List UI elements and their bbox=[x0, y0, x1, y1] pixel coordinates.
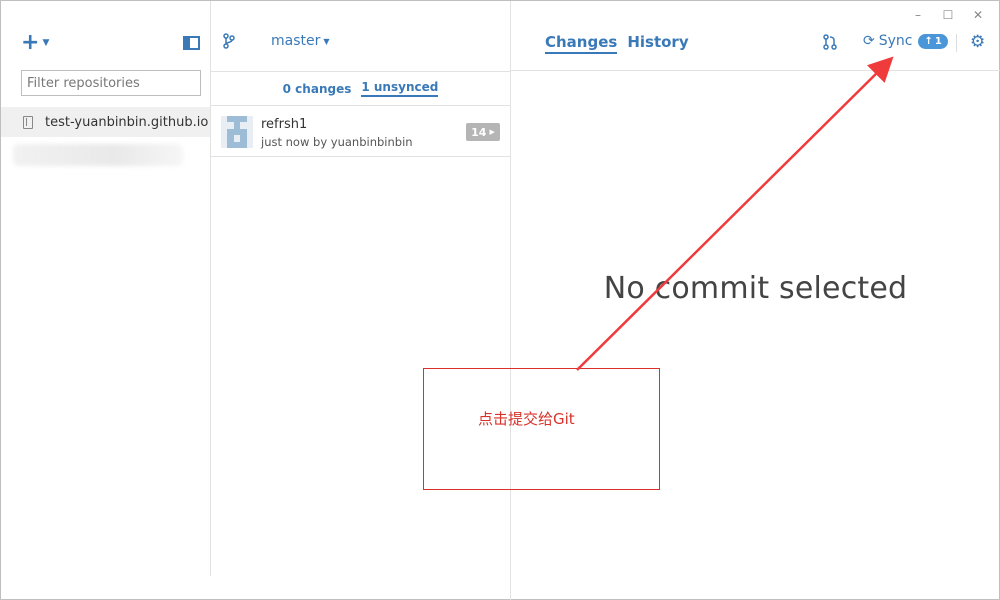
commit-filter-tabs: 0 changes 1 unsynced bbox=[211, 71, 510, 106]
gear-icon[interactable]: ⚙ bbox=[970, 32, 985, 52]
arrow-up-icon: ↑ bbox=[924, 35, 933, 47]
sync-icon: ⟳ bbox=[863, 33, 875, 49]
window-controls: – ☐ ✕ bbox=[903, 7, 993, 23]
branch-selector[interactable]: master ▼ bbox=[223, 33, 330, 49]
commit-list-item[interactable]: refrsh1 just now by yuanbinbinbin 14 ▶ bbox=[211, 107, 510, 157]
chevron-down-icon: ▼ bbox=[42, 38, 50, 48]
view-tabs: Changes History bbox=[545, 33, 689, 54]
header-divider bbox=[956, 34, 957, 52]
tab-changes[interactable]: Changes bbox=[545, 33, 618, 54]
repository-item[interactable]: test-yuanbinbin.github.io bbox=[1, 107, 210, 137]
chevron-right-icon: ▶ bbox=[489, 128, 495, 136]
branch-icon bbox=[223, 33, 235, 49]
branch-name: master bbox=[271, 33, 321, 49]
filter-repositories-input[interactable] bbox=[21, 70, 201, 96]
header-divider-line bbox=[511, 70, 1000, 71]
empty-state-message: No commit selected bbox=[603, 271, 908, 306]
commit-title: refrsh1 bbox=[261, 117, 308, 132]
sync-label: Sync bbox=[878, 33, 913, 49]
pull-request-icon[interactable] bbox=[823, 34, 837, 50]
github-desktop-window: – ☐ ✕ + ▼ test-yuanbinbin.github.io mast… bbox=[0, 0, 1000, 600]
close-button[interactable]: ✕ bbox=[963, 7, 993, 23]
commit-badge-count: 14 bbox=[471, 125, 487, 139]
chevron-down-icon: ▼ bbox=[323, 36, 330, 46]
add-repository-button[interactable]: + ▼ bbox=[21, 30, 50, 55]
commit-files-badge: 14 ▶ bbox=[466, 123, 500, 141]
maximize-button[interactable]: ☐ bbox=[933, 7, 963, 23]
tab-changes-count[interactable]: 0 changes bbox=[283, 82, 352, 96]
history-column: master ▼ 0 changes 1 unsynced refrsh1 ju… bbox=[211, 1, 511, 600]
toggle-sidebar-icon[interactable] bbox=[183, 36, 200, 50]
repository-name: test-yuanbinbin.github.io bbox=[45, 114, 209, 130]
sync-button[interactable]: ⟳ Sync ↑ 1 bbox=[863, 33, 948, 49]
commit-meta: just now by yuanbinbinbin bbox=[261, 135, 413, 149]
redacted-repository-item bbox=[13, 144, 183, 166]
repo-book-icon bbox=[23, 115, 33, 129]
repository-sidebar: + ▼ test-yuanbinbin.github.io bbox=[1, 1, 211, 576]
tab-history[interactable]: History bbox=[627, 33, 688, 54]
tab-unsynced[interactable]: 1 unsynced bbox=[361, 80, 439, 97]
annotation-text: 点击提交给Git bbox=[478, 410, 575, 428]
sync-count-badge: ↑ 1 bbox=[918, 33, 948, 49]
plus-icon: + bbox=[21, 30, 40, 55]
avatar bbox=[221, 116, 253, 148]
annotation-box bbox=[423, 368, 660, 490]
minimize-button[interactable]: – bbox=[903, 7, 933, 23]
sync-count: 1 bbox=[934, 35, 942, 47]
